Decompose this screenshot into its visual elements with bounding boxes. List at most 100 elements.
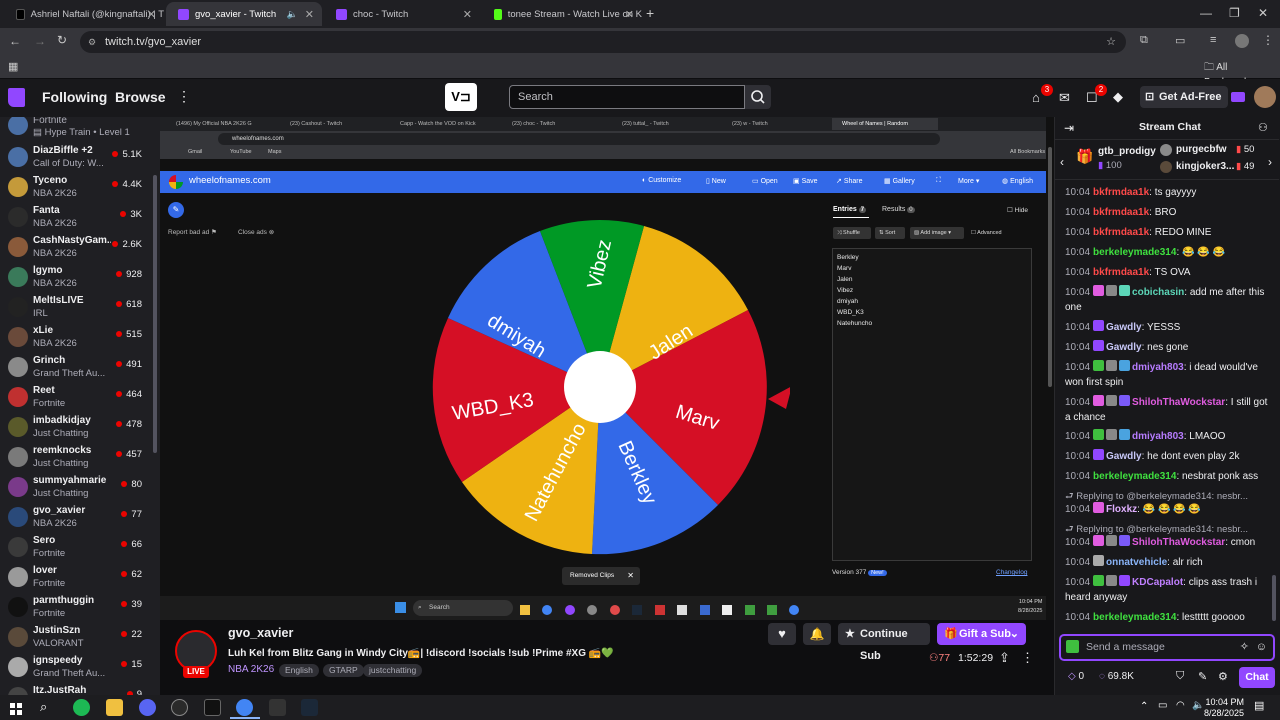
volume-icon[interactable]: 🔈	[1192, 700, 1204, 711]
sidebar-channel-item[interactable]: Fanta NBA 2K26 3K	[0, 202, 152, 232]
steam-icon[interactable]	[301, 699, 318, 716]
windows-start-icon[interactable]	[10, 702, 22, 715]
url-field[interactable]: ⚙ twitch.tv/gvo_xavier ☆	[80, 31, 1126, 53]
epic-games-icon[interactable]	[204, 699, 221, 716]
shield-icon[interactable]: ⛉	[1176, 670, 1184, 683]
search-input[interactable]: Search	[509, 85, 745, 109]
chat-scrollbar[interactable]	[1272, 575, 1276, 621]
tray-chevron-icon[interactable]: ⌃	[1140, 701, 1148, 712]
sidebar-channel-item[interactable]: CashNastyGam... NBA 2K26 2.6K	[0, 232, 152, 262]
close-window-icon[interactable]: ✕	[1258, 6, 1268, 20]
pencil-icon[interactable]: ✎	[1198, 670, 1207, 683]
chat-username[interactable]: berkeleymade314	[1093, 612, 1176, 623]
gift-sub-button[interactable]: 🎁 Gift a Sub ⌄	[937, 623, 1026, 645]
sidebar-channel-item[interactable]: Itz.JustRah 9	[0, 682, 152, 695]
sidebar-channel-item[interactable]: imbadkidjay Just Chatting 478	[0, 412, 152, 442]
stream-category-link[interactable]: NBA 2K26	[228, 664, 274, 675]
capcut-icon[interactable]	[269, 699, 286, 716]
site-info-icon[interactable]: ⚙	[88, 31, 96, 53]
sidebar-channel-item[interactable]: parmthuggin Fortnite 39	[0, 592, 152, 622]
share-icon[interactable]: ⇪	[999, 650, 1010, 666]
emote-picker-icon[interactable]: ☺	[1256, 636, 1267, 659]
chat-username[interactable]: bkfrmdaa1k	[1093, 267, 1149, 278]
chat-username[interactable]: ShilohThaWockstar	[1132, 537, 1225, 548]
sparkle-icon[interactable]: ✧	[1240, 636, 1249, 659]
browser-tab[interactable]: Ashriel Naftali (@kingnaftali) | T ✕	[4, 2, 164, 26]
chat-username[interactable]: bkfrmdaa1k	[1093, 207, 1149, 218]
spotify-icon[interactable]	[73, 699, 90, 716]
sidebar-channel-item[interactable]: lgymo NBA 2K26 928	[0, 262, 152, 292]
obs-icon[interactable]	[171, 699, 188, 716]
discord-icon[interactable]	[139, 699, 156, 716]
chat-username[interactable]: KDCapalot	[1132, 577, 1183, 588]
more-menu-icon[interactable]: ⋮	[177, 88, 191, 105]
back-icon[interactable]: ←	[9, 34, 21, 48]
continue-sub-button[interactable]: ★ Continue Sub	[838, 623, 930, 662]
new-tab-icon[interactable]: +	[646, 5, 654, 21]
leaderboard-prev-icon[interactable]: ‹	[1060, 155, 1064, 169]
sidebar-channel-item[interactable]: lover Fortnite 62	[0, 562, 152, 592]
chat-username[interactable]: bkfrmdaa1k	[1093, 187, 1149, 198]
cast-icon[interactable]: ▭	[1175, 34, 1185, 47]
chat-reply-context[interactable]: ⮐ Replying to @berkeleymade314: nesbr...	[1065, 489, 1248, 505]
apps-grid-icon[interactable]: ▦	[8, 60, 18, 73]
browser-tab[interactable]: choc - Twitch ✕	[324, 2, 480, 26]
chat-username[interactable]: Gawdly	[1106, 322, 1142, 333]
sidebar-channel-item[interactable]: ignspeedy Grand Theft Au... 15	[0, 652, 152, 682]
chat-input[interactable]: Send a message ✧ ☺	[1059, 634, 1275, 661]
sidebar-channel-item[interactable]: Reet Fortnite 464	[0, 382, 152, 412]
bookmark-star-icon[interactable]: ☆	[1106, 31, 1116, 53]
network-icon[interactable]: ▭	[1158, 700, 1167, 711]
chat-username[interactable]: berkeleymade314	[1093, 471, 1176, 482]
close-tab-icon[interactable]: ✕	[625, 8, 634, 21]
file-explorer-icon[interactable]	[106, 699, 123, 716]
sidebar-channel-item[interactable]: gvo_xavier NBA 2K26 77	[0, 502, 152, 532]
sidebar-channel-item[interactable]: reemknocks Just Chatting 457	[0, 442, 152, 472]
sidebar-scrollbar[interactable]	[153, 175, 157, 453]
sidebar-channel-item[interactable]: JustinSzn VALORANT 22	[0, 622, 152, 652]
chat-username[interactable]: bkfrmdaa1k	[1093, 227, 1149, 238]
sidebar-channel-item[interactable]: MeltIsLIVE IRL 618	[0, 292, 152, 322]
twitch-logo-icon[interactable]	[8, 88, 25, 107]
sidebar-channel-item[interactable]: Grinch Grand Theft Au... 491	[0, 352, 152, 382]
search-button[interactable]	[745, 85, 771, 109]
chat-username[interactable]: ShilohThaWockstar	[1132, 397, 1225, 408]
drops-icon[interactable]: ⌂	[1032, 90, 1040, 105]
close-tab-icon[interactable]: ✕	[305, 8, 314, 21]
chat-username[interactable]: onnatvehicle	[1106, 557, 1167, 568]
notification-bell-button[interactable]: 🔔	[803, 623, 831, 645]
community-icon[interactable]: ⚇	[1258, 121, 1268, 134]
profile-avatar[interactable]	[1235, 34, 1249, 48]
chat-send-button[interactable]: Chat	[1239, 667, 1275, 688]
browser-menu-icon[interactable]: ⋮	[1262, 33, 1274, 47]
settings-gear-icon[interactable]: ⚙	[1218, 670, 1228, 683]
browser-tab[interactable]: tonee Stream - Watch Live on K ✕	[482, 2, 642, 26]
bits-balance[interactable]: ◌ 69.8K	[1099, 671, 1134, 682]
sidebar-channel-item[interactable]: summyahmarie Just Chatting 80	[0, 472, 152, 502]
follow-heart-button[interactable]: ♥	[768, 623, 796, 645]
tag-pill[interactable]: English	[279, 664, 319, 677]
sidebar-channel-item[interactable]: Sero Fortnite 66	[0, 532, 152, 562]
chat-username[interactable]: berkeleymade314	[1093, 247, 1176, 258]
channel-name[interactable]: gvo_xavier	[228, 626, 293, 640]
chat-username[interactable]: Gawdly	[1106, 451, 1142, 462]
more-options-icon[interactable]: ⋮	[1021, 650, 1034, 666]
channel-points[interactable]: ◇ 0	[1068, 671, 1084, 682]
prime-crown-icon[interactable]: ◆	[1113, 89, 1123, 105]
leaderboard-next-icon[interactable]: ›	[1268, 155, 1272, 169]
tag-pill[interactable]: justcchatting	[363, 664, 423, 677]
chat-username[interactable]: dmiyah803	[1132, 431, 1184, 442]
reload-icon[interactable]: ↻	[57, 33, 67, 47]
inbox-icon[interactable]: ✉	[1059, 90, 1070, 106]
close-tab-icon[interactable]: ✕	[147, 8, 156, 21]
notification-center-icon[interactable]: ▤	[1254, 699, 1264, 712]
forward-icon[interactable]: →	[34, 34, 46, 48]
browser-tab-active[interactable]: gvo_xavier - Twitch 🔈 ✕	[166, 2, 322, 26]
extensions-icon[interactable]: ⧉	[1140, 34, 1148, 47]
search-icon[interactable]: ⌕	[40, 699, 47, 715]
collapse-chat-icon[interactable]: ⇥	[1064, 121, 1074, 135]
minimize-icon[interactable]: —	[1200, 6, 1212, 20]
user-avatar[interactable]	[1254, 86, 1276, 108]
media-icon[interactable]: ≡	[1210, 34, 1216, 46]
sidebar-channel-item[interactable]: Tyceno NBA 2K26 4.4K	[0, 172, 152, 202]
